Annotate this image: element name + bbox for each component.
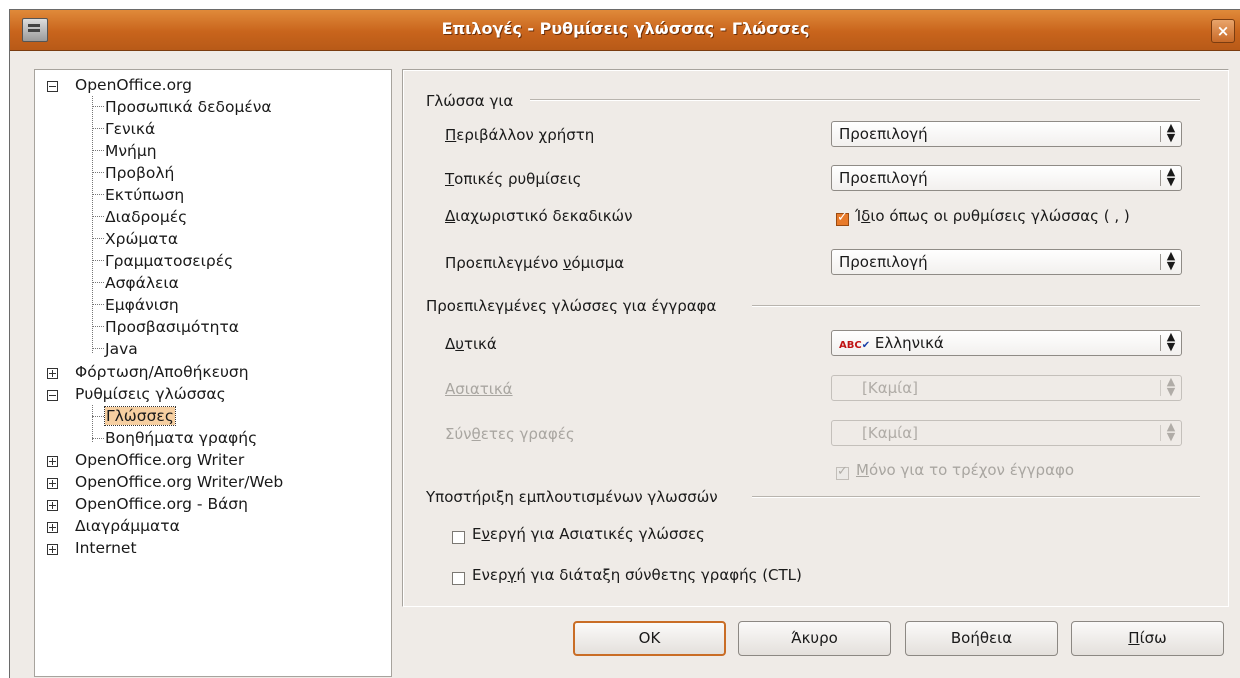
expand-load-save-icon[interactable] [47,368,58,379]
asian-languages-checkbox[interactable] [452,531,465,544]
tree-item-appearance[interactable]: Εμφάνιση [105,294,179,316]
tree-item-load-save[interactable]: Φόρτωση/Αποθήκευση [75,361,249,383]
close-button[interactable]: × [1211,19,1235,43]
expand-base-icon[interactable] [47,500,58,511]
cancel-button[interactable]: Άκυρο [738,621,891,656]
expand-writer-icon[interactable] [47,456,58,467]
collapse-openoffice-icon[interactable] [47,81,58,92]
default-currency-combo[interactable]: Προεπιλογή ▲ ▼ [831,249,1182,275]
spin-arrows-icon: ▲ ▼ [1166,375,1176,398]
decimal-separator-label: Διαχωριστικό δεκαδικών [445,207,633,225]
tree-item-print[interactable]: Εκτύπωση [105,184,184,206]
help-button[interactable]: Βοήθεια [905,621,1058,656]
tree-item-languages-row[interactable]: Γλώσσες [104,405,176,427]
western-language-combo[interactable]: ABC✔ Ελληνικά ▲ ▼ [831,330,1182,356]
user-interface-label: Περιβάλλον χρήστη [445,126,595,144]
asian-languages-check-label[interactable]: Ενεργή για Ασιατικές γλώσσες [472,525,705,543]
asian-language-value: [Καμία] [862,379,918,397]
western-language-value: Ελληνικά [874,334,944,352]
tree-item-view[interactable]: Προβολή [105,162,174,184]
locale-label: Τοπικές ρυθμίσεις [445,170,582,188]
spin-arrows-icon: ▲ ▼ [1166,249,1176,272]
tree-item-general[interactable]: Γενικά [105,118,155,140]
user-interface-combo[interactable]: Προεπιλογή ▲ ▼ [831,121,1182,147]
ctl-language-combo[interactable]: [Καμία] ▲ ▼ [831,420,1182,446]
tree-item-memory[interactable]: Μνήμη [105,140,157,162]
ctl-label: Σύνθετες γραφές [445,425,575,443]
collapse-language-settings-icon[interactable] [47,390,58,401]
tree-item-accessibility[interactable]: Προσβασιμότητα [105,316,239,338]
tree-item-writing-aids[interactable]: Βοηθήματα γραφής [105,427,257,449]
tree-item-base[interactable]: OpenOffice.org - Βάση [75,493,248,515]
options-tree[interactable]: OpenOffice.org Προσωπικά δεδομένα Γενικά… [34,69,392,677]
spin-arrows-icon: ▲ ▼ [1166,121,1176,144]
title-bar[interactable]: Επιλογές - Ρυθμίσεις γλώσσας - Γλώσσες × [10,10,1240,51]
ctl-language-value: [Καμία] [862,424,918,442]
default-currency-label: Προεπιλεγμένο νόμισμα [445,254,625,272]
section-language-of-title: Γλώσσα για [426,92,514,110]
locale-value: Προεπιλογή [839,169,928,187]
asian-label: Ασιατικά [445,380,513,398]
tree-item-security[interactable]: Ασφάλεια [105,272,179,294]
expand-writer-web-icon[interactable] [47,478,58,489]
section-default-languages-title: Προεπιλεγμένες γλώσσες για έγγραφα [426,297,717,315]
tree-item-language-settings[interactable]: Ρυθμίσεις γλώσσας [75,383,226,405]
tree-item-personal-data[interactable]: Προσωπικά δεδομένα [105,96,272,118]
current-document-only-label[interactable]: Μόνο για το τρέχον έγγραφο [856,461,1074,479]
tree-item-writer-web[interactable]: OpenOffice.org Writer/Web [75,471,283,493]
ctl-layout-check-label[interactable]: Ενεργή για διάταξη σύνθετης γραφής (CTL) [472,566,802,584]
back-button[interactable]: Πίσω [1071,621,1224,656]
tree-item-fonts[interactable]: Γραμματοσειρές [105,250,233,272]
spin-arrows-icon: ▲ ▼ [1166,420,1176,443]
tree-item-openoffice[interactable]: OpenOffice.org [75,74,192,96]
spellcheck-icon: ABC✔ [839,340,871,351]
tree-item-charts[interactable]: Διαγράμματα [75,515,180,537]
ok-button[interactable]: OK [573,621,726,656]
decimal-separator-check-label[interactable]: Ίδιο όπως οι ρυθμίσεις γλώσσας ( , ) [855,207,1130,225]
tree-item-colors[interactable]: Χρώματα [105,228,178,250]
asian-language-combo[interactable]: [Καμία] ▲ ▼ [831,375,1182,401]
ctl-layout-checkbox[interactable] [452,572,465,585]
decimal-separator-checkbox[interactable] [836,210,849,226]
current-document-only-checkbox[interactable] [836,464,849,480]
expand-charts-icon[interactable] [47,522,58,533]
spin-arrows-icon: ▲ ▼ [1166,330,1176,353]
section-enhanced-support-title: Υποστήριξη εμπλουτισμένων γλωσσών [426,488,718,506]
tree-item-java[interactable]: Java [105,338,138,360]
tree-item-writer[interactable]: OpenOffice.org Writer [75,449,244,471]
spin-arrows-icon: ▲ ▼ [1166,165,1176,188]
locale-combo[interactable]: Προεπιλογή ▲ ▼ [831,165,1182,191]
default-currency-value: Προεπιλογή [839,253,928,271]
tree-item-languages[interactable]: Γλώσσες [104,406,176,426]
tree-item-paths[interactable]: Διαδρομές [105,206,187,228]
expand-internet-icon[interactable] [47,544,58,555]
window-title: Επιλογές - Ρυθμίσεις γλώσσας - Γλώσσες [441,19,810,38]
western-label: Δυτικά [445,335,497,353]
user-interface-value: Προεπιλογή [839,125,928,143]
tree-item-internet[interactable]: Internet [75,537,137,559]
